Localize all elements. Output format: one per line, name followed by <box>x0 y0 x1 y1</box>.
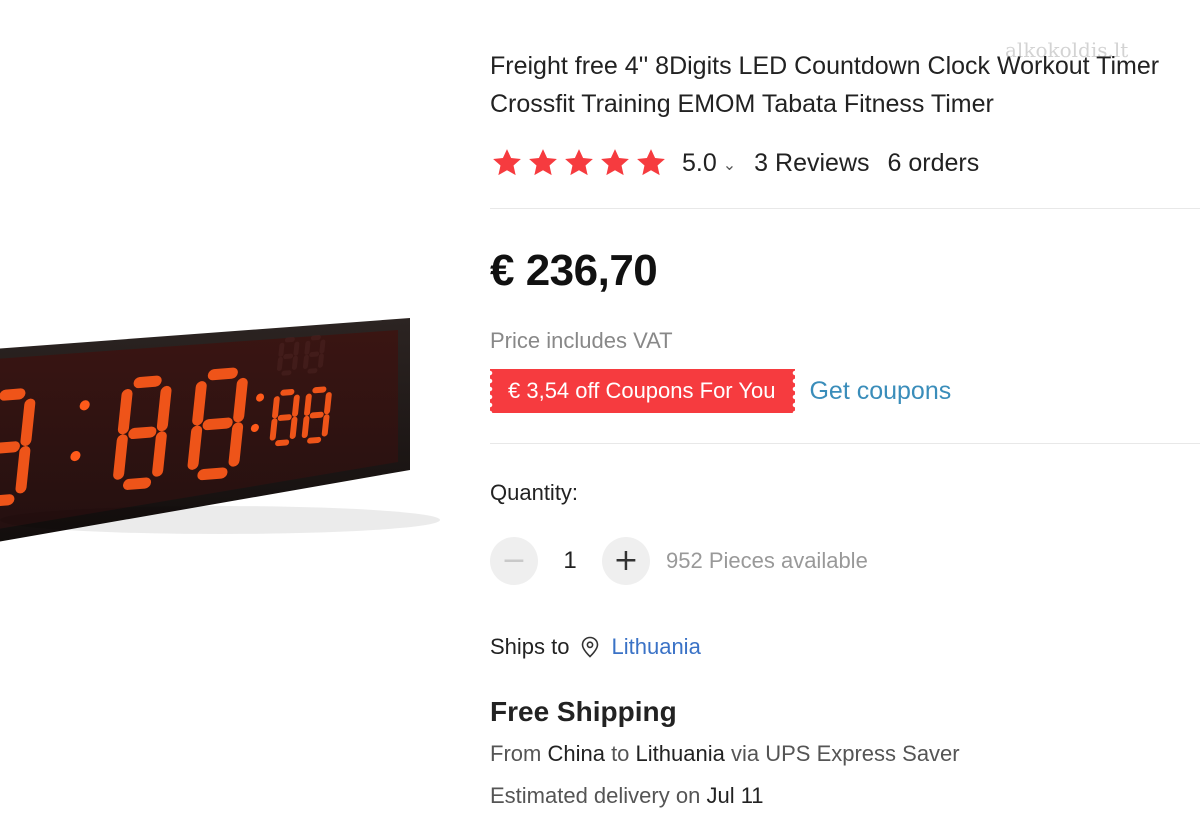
star-icon <box>637 149 665 176</box>
star-icon <box>529 149 557 176</box>
route-destination: Lithuania <box>635 741 725 766</box>
delivery-prefix: Estimated delivery on <box>490 783 701 808</box>
ships-to-row: Ships to Lithuania <box>490 634 701 660</box>
coupon-badge[interactable]: € 3,54 off Coupons For You <box>490 369 796 413</box>
product-title-line-2: Crossfit Training EMOM Tabata Fitness Ti… <box>490 90 994 118</box>
product-title-line-1: Freight free 4'' 8Digits LED Countdown C… <box>490 52 1160 80</box>
rating-row: 5.0 ⌄ 3 Reviews 6 orders <box>490 146 979 180</box>
product-image[interactable] <box>0 0 470 837</box>
product-title: Freight free 4'' 8Digits LED Countdown C… <box>490 47 1200 123</box>
location-pin-icon <box>581 636 598 658</box>
orders-count: 6 orders <box>887 148 980 177</box>
estimated-delivery: Estimated delivery on Jul 11 <box>490 783 764 809</box>
rating-value: 5.0 <box>682 148 717 177</box>
reviews-link[interactable]: 3 Reviews <box>754 149 869 178</box>
vat-note: Price includes VAT <box>490 328 673 353</box>
star-rating[interactable] <box>490 146 668 180</box>
led-clock-illustration <box>0 318 440 542</box>
quantity-increase-button[interactable]: + <box>602 537 650 585</box>
divider <box>490 443 1200 444</box>
delivery-date: Jul 11 <box>706 783 764 808</box>
route-origin: China <box>547 741 605 766</box>
product-price: € 236,70 <box>490 246 658 295</box>
quantity-stepper: − 1 + 952 Pieces available <box>490 537 868 585</box>
pieces-available: 952 Pieces available <box>666 548 868 573</box>
star-icon <box>493 149 521 176</box>
star-icon <box>565 149 593 176</box>
coupon-row: € 3,54 off Coupons For You Get coupons <box>490 369 951 413</box>
ships-to-label: Ships to <box>490 634 570 659</box>
star-icon <box>601 149 629 176</box>
divider <box>490 208 1200 209</box>
quantity-label: Quantity: <box>490 480 579 505</box>
product-info-panel: alkokoldis.lt Freight free 4'' 8Digits L… <box>490 0 1200 837</box>
product-page: alkokoldis.lt Freight free 4'' 8Digits L… <box>0 0 1200 837</box>
route-to: to <box>611 741 630 766</box>
get-coupons-link[interactable]: Get coupons <box>809 377 951 406</box>
quantity-input[interactable]: 1 <box>538 547 602 575</box>
quantity-decrease-button[interactable]: − <box>490 537 538 585</box>
route-carrier: via UPS Express Saver <box>730 741 960 766</box>
ships-to-country[interactable]: Lithuania <box>612 634 701 660</box>
free-shipping-title: Free Shipping <box>490 696 677 727</box>
route-prefix: From <box>490 741 542 766</box>
shipping-route: From China to Lithuania via UPS Express … <box>490 741 960 767</box>
chevron-down-icon[interactable]: ⌄ <box>723 155 736 175</box>
